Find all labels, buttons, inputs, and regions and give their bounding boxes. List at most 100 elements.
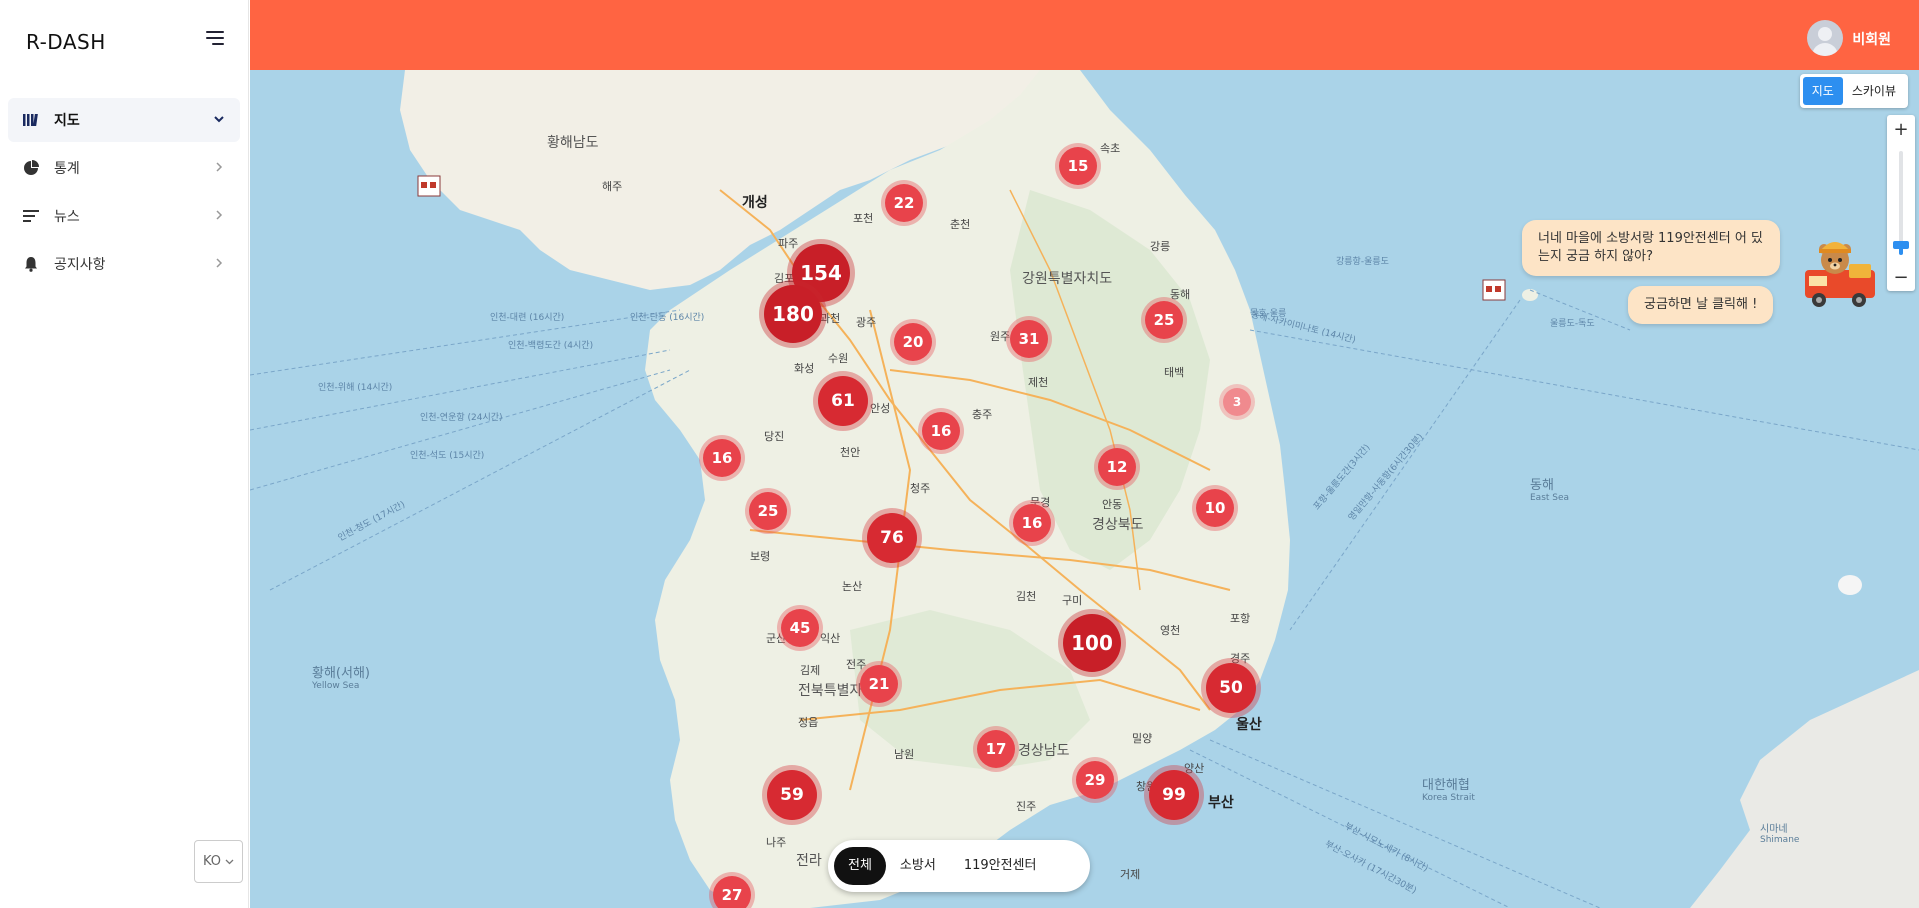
place-label: 나주 [766,836,787,849]
route-label: 인천-연운항 (24시간) [420,413,503,423]
sidebar-item-notice[interactable]: 공지사항 [8,242,240,286]
place-label: 경상남도 [1018,743,1070,759]
place-label: 광주 [856,316,877,329]
map-bars-icon [22,111,40,129]
place-label: 충주 [972,408,993,421]
route-label: 인천-석도 (15시간) [410,451,485,461]
menu-toggle-icon[interactable] [206,31,224,45]
facility-filter-bar: 전체 소방서 119안전센터 [828,840,1090,892]
place-label: 동해 [1170,288,1191,301]
zoom-slider[interactable] [1887,143,1915,263]
place-label: 경상북도 [1092,517,1144,533]
sea-label: 황해(서해) Yellow Sea [312,666,370,691]
place-label: 수원 [828,352,849,365]
cluster-marker[interactable]: 180 [764,285,822,343]
top-header: 비회원 [250,0,1919,70]
sea-label: 시마네 Shimane [1760,824,1800,845]
mascot-question-bubble[interactable]: 너네 마을에 소방서랑 119안전센터 어 딨는지 궁금 하지 않아? [1522,220,1780,276]
cluster-marker[interactable]: 31 [1010,320,1048,358]
cluster-marker[interactable]: 29 [1076,761,1114,799]
place-label: 과천 [820,312,841,325]
cluster-marker[interactable]: 20 [894,323,932,361]
cluster-marker[interactable]: 27 [713,876,751,908]
cluster-marker[interactable]: 45 [781,609,819,647]
place-label: 전라 [796,853,822,869]
place-label: 파주 [778,237,799,250]
mascot-cta-bubble[interactable]: 궁금하면 날 클릭해 ! [1628,286,1774,324]
place-label: 구미 [1062,594,1083,607]
cluster-marker[interactable]: 17 [977,730,1015,768]
sidebar-item-label: 공지사항 [54,257,106,273]
firefighter-bear-mascot-icon[interactable] [1799,230,1879,310]
sidebar-nav: 지도 통계 뉴스 공지사항 [8,98,240,290]
zoom-out-button[interactable]: − [1887,263,1915,291]
route-label: 강릉항-울릉도 [1336,257,1389,267]
place-label: 강원특별자치도 [1022,271,1113,287]
sidebar-item-label: 지도 [54,113,80,129]
route-label: 목호-울릉 [1250,309,1287,319]
route-label: 인천-대련 (16시간) [490,313,565,323]
place-label: 울산 [1236,717,1262,733]
place-label: 밀양 [1132,732,1153,745]
cluster-marker[interactable]: 61 [818,376,868,426]
cluster-marker[interactable]: 59 [767,770,817,820]
cluster-marker[interactable]: 15 [1059,147,1097,185]
place-label: 천안 [840,446,861,459]
sidebar-item-map[interactable]: 지도 [8,98,240,142]
cluster-marker[interactable]: 100 [1063,614,1121,672]
filter-fire-station-button[interactable]: 소방서 [886,847,950,885]
username[interactable]: 비회원 [1852,29,1891,49]
pie-chart-icon [22,159,40,177]
cluster-marker[interactable]: 25 [749,492,787,530]
brand-logo[interactable]: R-DASH [26,30,106,54]
zoom-control: + − [1887,115,1915,291]
place-label: 포항 [1230,612,1251,625]
place-label: 화성 [794,362,815,375]
cluster-marker[interactable]: 3 [1223,388,1251,416]
cluster-marker[interactable]: 10 [1196,489,1234,527]
cluster-marker[interactable]: 99 [1149,770,1199,820]
chevron-right-icon [216,162,223,172]
place-label: 강릉 [1150,240,1171,253]
cluster-marker[interactable]: 16 [922,412,960,450]
place-label: 전주 [846,658,867,671]
map-canvas[interactable]: 황해남도 해주 개성 포천 춘천 속초 강릉 강원특별자치도 동해 파주 김포 … [250,70,1919,908]
sidebar-item-stats[interactable]: 통계 [8,146,240,190]
cluster-marker[interactable]: 16 [703,439,741,477]
cluster-marker[interactable]: 25 [1145,301,1183,339]
place-label: 보령 [750,550,771,563]
language-select[interactable]: KO [194,840,243,883]
cluster-marker[interactable]: 21 [860,665,898,703]
sidebar: R-DASH 지도 통계 뉴스 공지사항 KO [0,0,249,908]
route-label: 인천-단동 (16시간) [630,313,705,323]
map-view-toggle: 지도 스카이뷰 [1799,74,1908,108]
cluster-marker[interactable]: 16 [1013,504,1051,542]
sidebar-item-label: 통계 [54,161,80,177]
cluster-marker[interactable]: 12 [1098,448,1136,486]
zoom-in-button[interactable]: + [1887,115,1915,143]
place-label: 황해남도 [547,135,599,151]
fire-station-pin-icon [417,175,441,197]
route-label: 인천-백령도간 (4시간) [508,341,594,351]
filter-119-center-button[interactable]: 119안전센터 [950,847,1051,885]
place-label: 원주 [990,330,1011,343]
place-label: 김제 [800,664,821,677]
place-label: 안동 [1102,498,1123,511]
bell-icon [22,255,40,273]
zoom-slider-thumb[interactable] [1893,241,1909,249]
map-view-option-skyview[interactable]: 스카이뷰 [1843,77,1905,105]
user-avatar[interactable] [1807,20,1843,56]
chevron-right-icon [216,258,223,268]
sea-label: 동해 East Sea [1530,478,1570,503]
map-view-option-map[interactable]: 지도 [1802,77,1843,105]
news-lines-icon [22,207,40,225]
chevron-right-icon [216,210,223,220]
sidebar-item-news[interactable]: 뉴스 [8,194,240,238]
place-label: 제천 [1028,376,1049,389]
cluster-marker[interactable]: 22 [885,184,923,222]
cluster-marker[interactable]: 50 [1206,663,1256,713]
sea-label: 대한해협 Korea Strait [1422,778,1475,803]
cluster-marker[interactable]: 76 [867,513,917,563]
place-label: 부산 [1208,795,1234,811]
filter-all-button[interactable]: 전체 [834,847,886,885]
